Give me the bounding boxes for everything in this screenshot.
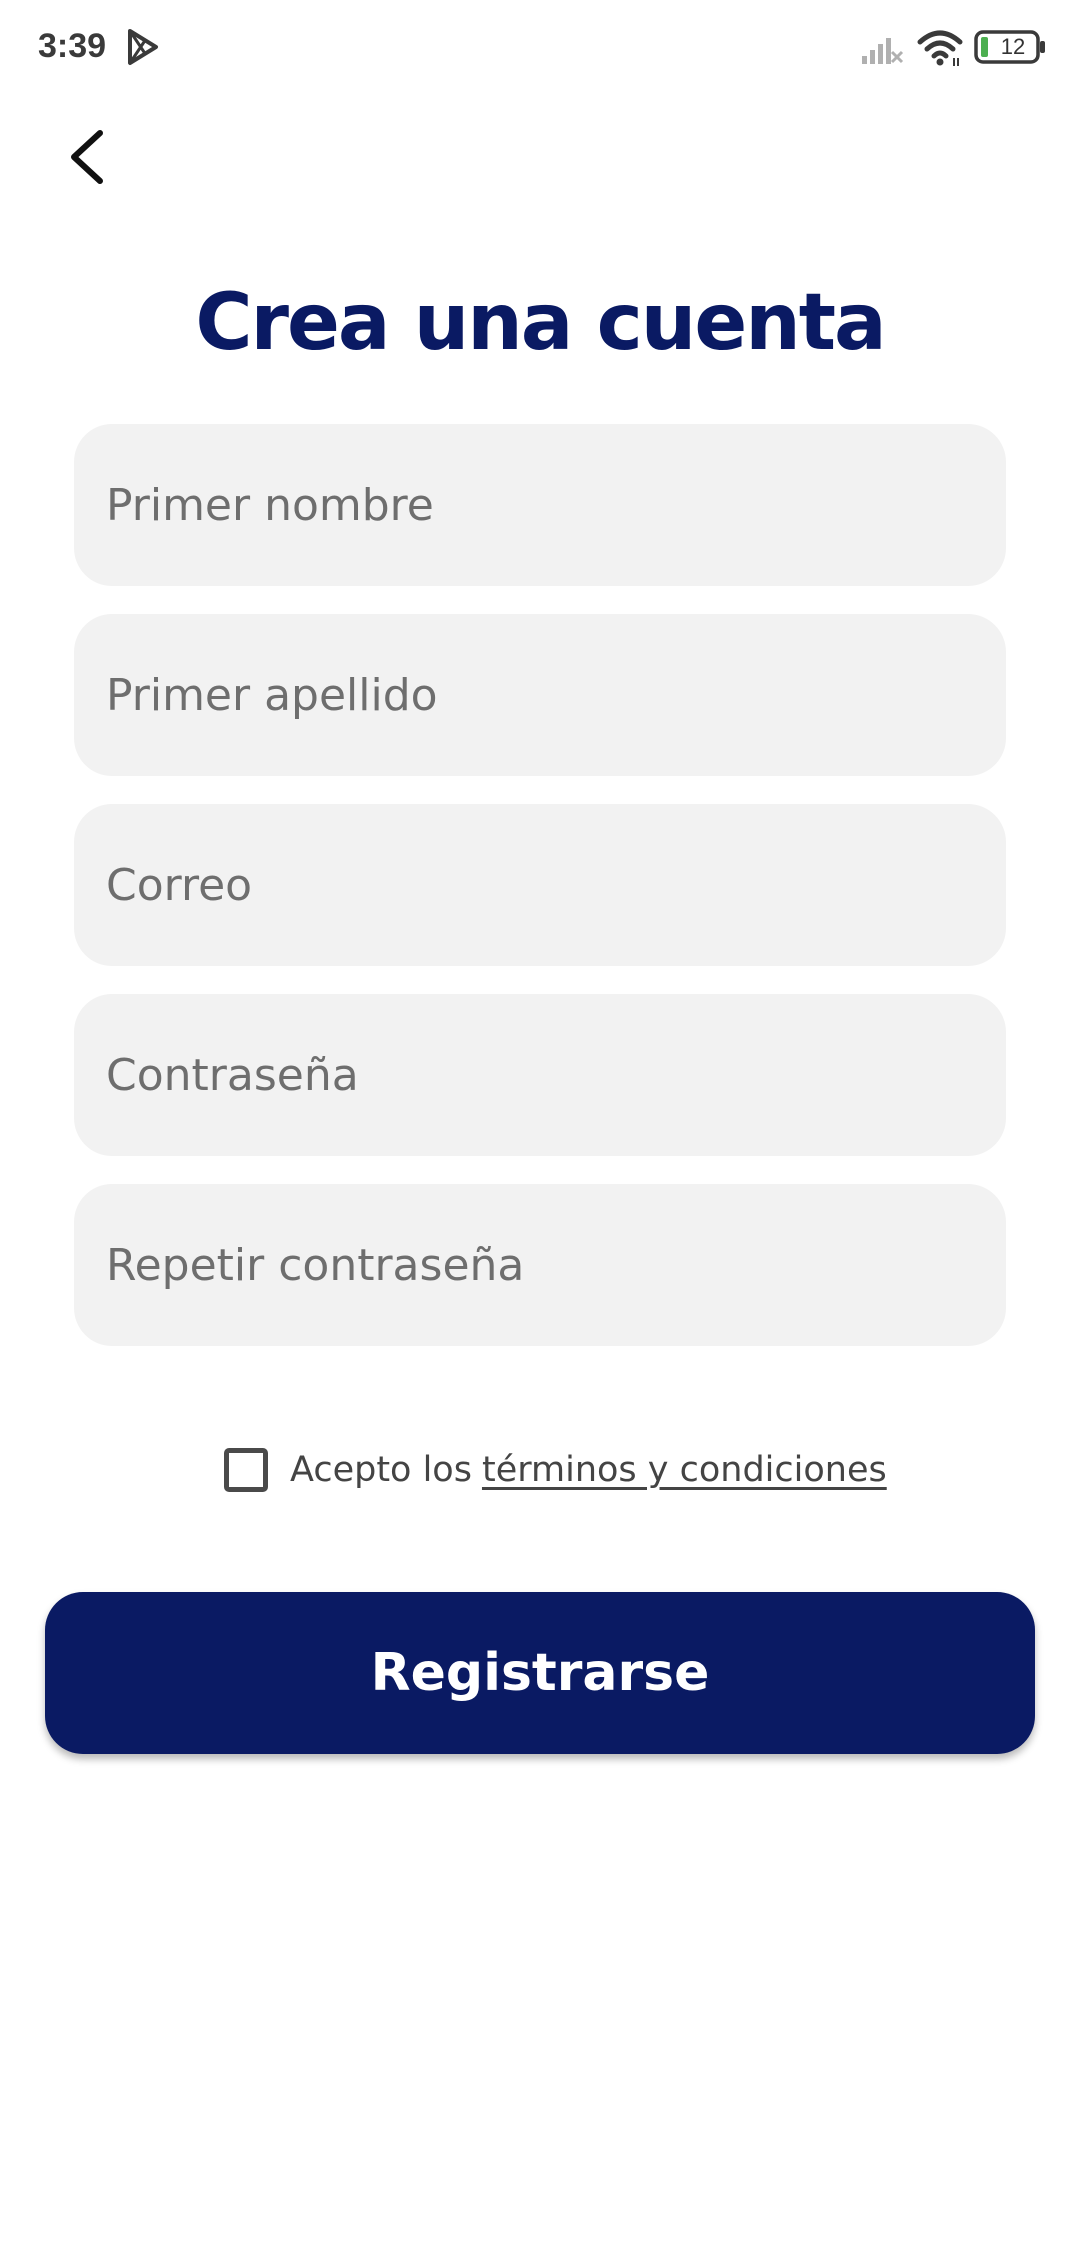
terms-checkbox[interactable] [224,1448,268,1492]
register-button[interactable]: Registrarse [45,1592,1035,1754]
email-placeholder: Correo [106,859,253,911]
battery-level: 12 [1000,34,1026,59]
signal-icon [862,38,904,64]
terms-row: Acepto los términos y condiciones [224,1444,887,1496]
repeat-password-input[interactable]: Repetir contraseña [74,1184,1006,1346]
status-bar: 3:39 12 [0,0,1080,96]
terms-text: Acepto los [290,1450,472,1490]
email-input[interactable]: Correo [74,804,1006,966]
wifi-icon [917,30,963,66]
status-time: 3:39 [38,27,107,65]
chevron-left-icon [71,130,103,184]
page-title: Crea una cuenta [195,278,886,368]
terms-link[interactable]: términos y condiciones [482,1450,887,1490]
back-button[interactable] [50,110,130,200]
play-store-icon [128,29,158,65]
last-name-placeholder: Primer apellido [106,669,438,721]
password-placeholder: Contraseña [106,1049,359,1101]
last-name-input[interactable]: Primer apellido [74,614,1006,776]
first-name-placeholder: Primer nombre [106,479,434,531]
repeat-password-placeholder: Repetir contraseña [106,1239,525,1291]
password-input[interactable]: Contraseña [74,994,1006,1156]
first-name-input[interactable]: Primer nombre [74,424,1006,586]
register-button-label: Registrarse [370,1643,710,1703]
